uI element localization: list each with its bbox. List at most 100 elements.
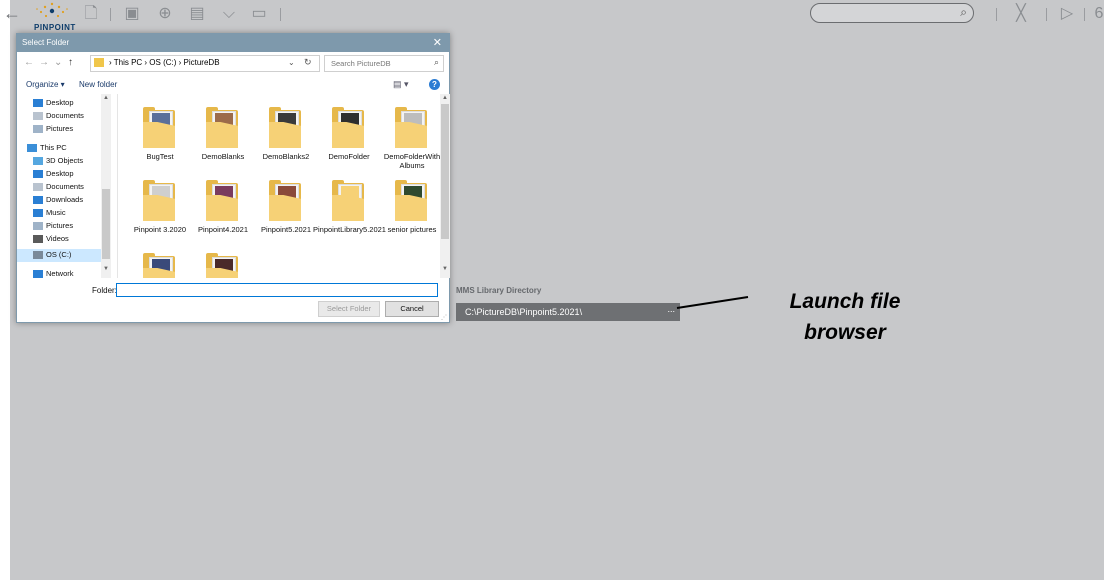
nav-item-label: Pictures <box>46 221 74 230</box>
forward-icon[interactable]: → <box>39 57 49 68</box>
new-folder-button[interactable]: New folder <box>79 80 117 89</box>
folder-item[interactable]: Pinpoint5.2021 <box>254 175 318 253</box>
nav-item-label: Music <box>46 208 66 217</box>
folder-icon <box>94 58 104 67</box>
toolbar-divider <box>280 8 281 21</box>
app-search-input[interactable]: ⌕ <box>810 3 974 23</box>
folder-label: Pinpoint5.2021 <box>260 225 312 234</box>
dialog-titlebar[interactable]: Select Folder ✕ <box>17 34 449 52</box>
logo-text: PINPOINT <box>34 23 76 32</box>
folder-label: BugTest <box>146 152 174 161</box>
folder-view: BugTest DemoBlanks DemoBlanks2 DemoFolder De… <box>117 94 450 278</box>
annotation-line1: Launch file <box>789 290 901 313</box>
play-icon[interactable]: ▷ <box>1056 4 1078 24</box>
command-bar: Organize ▾ New folder ▤ ▾ ? <box>17 77 449 93</box>
select-folder-button[interactable]: Select Folder <box>318 301 380 317</box>
folder-item[interactable]: DemoFolderWith Albums <box>380 102 444 180</box>
chevron-down-icon[interactable]: ⌄ <box>288 58 295 67</box>
scroll-up-icon[interactable]: ▲ <box>103 95 109 101</box>
search-icon: ⌕ <box>960 5 967 19</box>
document-icon[interactable]: 🗋 <box>80 4 102 24</box>
folder-front <box>269 122 301 148</box>
folder-item[interactable]: DemoBlanks2 <box>254 102 318 180</box>
folder-item[interactable]: PinpointLibrary5.2021 <box>313 175 386 253</box>
desktop-icon <box>33 170 43 178</box>
close-icon[interactable]: ✕ <box>433 36 442 49</box>
folder-front <box>332 195 364 221</box>
tag-icon[interactable]: ⌵ <box>218 4 240 24</box>
content-scrollbar[interactable]: ▲ ▼ <box>440 94 450 278</box>
logo-dots-icon <box>36 2 68 18</box>
nav-item-label: Network <box>46 269 74 278</box>
dialog-search-input[interactable]: Search PictureDB ⌕ <box>324 55 444 72</box>
main-toolbar: ← PINPOINT 🗋 ▣ ⊕ ▤ ⌵ ▭ ⌕ ╳ ▷ 6 <box>0 0 1104 32</box>
nav-item-label: Desktop <box>46 98 74 107</box>
nav-scroll-thumb[interactable] <box>102 189 110 259</box>
navigation-pane: Desktop Documents Pictures This PC 3D Object… <box>17 94 117 278</box>
address-row: ← → ⌄ ↑ › This PC › OS (C:) › PictureDB … <box>17 52 449 74</box>
list-icon[interactable]: ▤ <box>186 4 208 24</box>
image-icon[interactable]: ▭ <box>248 4 270 24</box>
breadcrumb[interactable]: › This PC › OS (C:) › PictureDB <box>109 58 220 67</box>
browse-button[interactable]: ... <box>667 304 675 314</box>
album-icon[interactable]: ▣ <box>121 4 143 24</box>
folder-label: DemoBlanks <box>201 152 245 161</box>
folder-front <box>143 122 175 148</box>
toolbar-divider <box>110 8 111 21</box>
scroll-up-icon[interactable]: ▲ <box>442 95 448 101</box>
resize-grip-icon[interactable]: ⋰ <box>441 314 447 321</box>
nav-item-label: This PC <box>40 143 67 152</box>
folder-item[interactable]: Pinpoint4.2021 <box>191 175 255 253</box>
folder-item[interactable]: DemoBlanks <box>191 102 255 180</box>
up-icon[interactable]: ↑ <box>68 57 73 68</box>
folder-item[interactable]: senior pictures <box>380 175 444 253</box>
cancel-button[interactable]: Cancel <box>385 301 439 317</box>
nav-scrollbar[interactable]: ▲ ▼ <box>101 94 111 278</box>
address-bar[interactable]: › This PC › OS (C:) › PictureDB ⌄ ↻ <box>90 55 320 72</box>
folder-item[interactable]: BugTest <box>128 102 192 180</box>
globe-icon[interactable]: ⊕ <box>154 4 176 24</box>
folder-item[interactable] <box>128 248 192 278</box>
music-icon <box>33 209 43 217</box>
back-icon[interactable]: ← <box>24 57 34 68</box>
recent-dropdown-icon[interactable]: ⌄ <box>54 57 62 68</box>
nav-item-label: Documents <box>46 182 84 191</box>
library-directory-field[interactable]: C:\PictureDB\Pinpoint5.2021\ ... <box>456 303 680 321</box>
annotation-callout: Launch file browser <box>770 286 920 348</box>
folder-label: Pinpoint4.2021 <box>197 225 249 234</box>
help-icon[interactable]: ? <box>429 79 440 90</box>
folder-label: DemoBlanks2 <box>262 152 310 161</box>
nav-item-label: Desktop <box>46 169 74 178</box>
close-x-icon[interactable]: ╳ <box>1010 4 1032 24</box>
dialog-title: Select Folder <box>22 38 70 47</box>
folder-item[interactable] <box>191 248 255 278</box>
folder-field-row: Folder: <box>17 282 449 298</box>
nav-item-label: Videos <box>46 234 69 243</box>
folder-front <box>395 195 427 221</box>
folder-front <box>143 195 175 221</box>
folder-front <box>206 195 238 221</box>
toolbar-divider <box>1084 8 1085 21</box>
folder-label: Pinpoint 3.2020 <box>133 225 187 234</box>
scroll-down-icon[interactable]: ▼ <box>442 266 448 272</box>
nav-item-label: 3D Objects <box>46 156 84 165</box>
folder-front <box>395 122 427 148</box>
nav-item-label: Documents <box>46 111 84 120</box>
content-scroll-thumb[interactable] <box>441 104 449 239</box>
folder-item[interactable]: Pinpoint 3.2020 <box>128 175 192 253</box>
download-icon <box>33 196 43 204</box>
view-options-icon[interactable]: ▤ ▾ <box>393 79 409 90</box>
refresh-icon[interactable]: ↻ <box>304 57 312 68</box>
scroll-down-icon[interactable]: ▼ <box>103 266 109 272</box>
folder-field-label: Folder: <box>92 286 117 295</box>
back-arrow-icon[interactable]: ← <box>3 3 21 24</box>
organize-button[interactable]: Organize ▾ <box>26 80 65 89</box>
drive-icon <box>33 251 43 259</box>
toolbar-divider <box>1046 8 1047 21</box>
folder-name-input[interactable] <box>116 283 438 297</box>
folder-front <box>269 195 301 221</box>
folder-label: senior pictures <box>387 225 437 234</box>
folder-label: PinpointLibrary5.2021 <box>313 225 386 234</box>
documents-icon <box>33 112 43 120</box>
folder-item[interactable]: DemoFolder <box>317 102 381 180</box>
